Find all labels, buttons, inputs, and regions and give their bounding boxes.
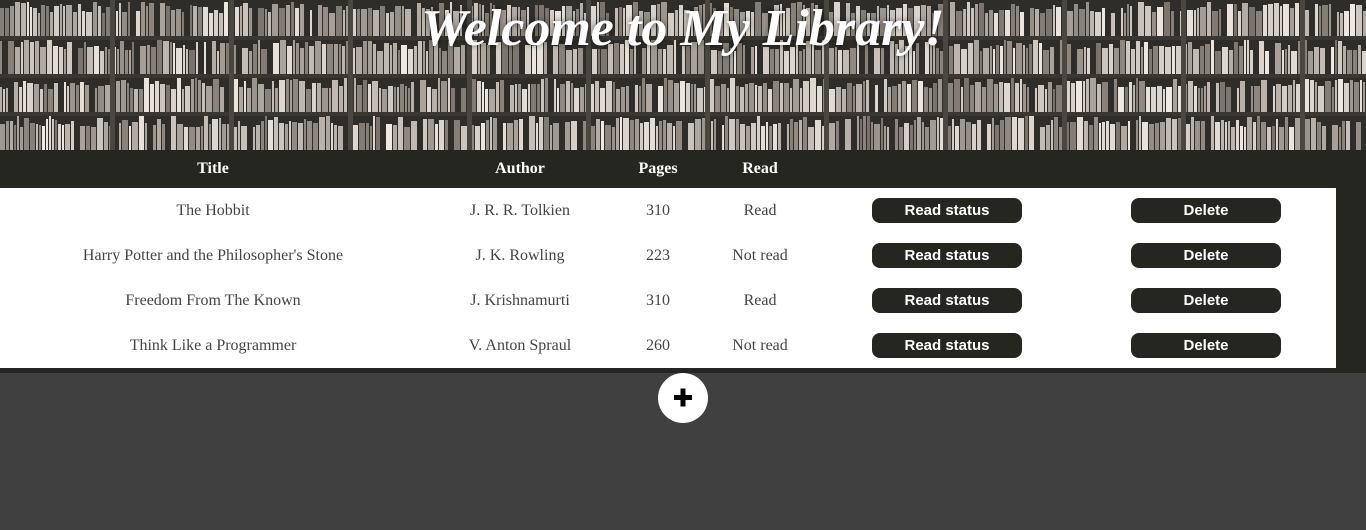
book-title: Harry Potter and the Philosopher's Stone — [82, 247, 344, 264]
column-header-read: Read — [742, 160, 778, 177]
column-header-author: Author — [495, 160, 545, 177]
delete-button[interactable]: Delete — [1131, 333, 1281, 358]
read-status-button[interactable]: Read status — [872, 288, 1022, 313]
book-title: Freedom From The Known — [125, 292, 301, 309]
read-status-button[interactable]: Read status — [872, 333, 1022, 358]
book-pages: 310 — [646, 292, 670, 309]
book-read-status: Not read — [732, 247, 788, 264]
library-table: Title Author Pages Read The Hobbit J. R.… — [0, 150, 1366, 373]
page-title: Welcome to My Library! — [421, 0, 945, 57]
column-header-title: Title — [197, 160, 229, 177]
delete-button[interactable]: Delete — [1131, 288, 1281, 313]
table-row: Harry Potter and the Philosopher's Stone… — [0, 233, 1336, 278]
add-book-button[interactable] — [658, 373, 708, 423]
plus-icon — [674, 388, 692, 407]
book-pages: 223 — [646, 247, 670, 264]
table-header: Title Author Pages Read — [0, 150, 1336, 188]
delete-button[interactable]: Delete — [1131, 243, 1281, 268]
read-status-button[interactable]: Read status — [872, 243, 1022, 268]
book-pages: 310 — [646, 202, 670, 219]
column-header-pages: Pages — [638, 160, 678, 177]
table-body: The Hobbit J. R. R. Tolkien 310 Read Rea… — [0, 188, 1336, 368]
header-banner: Welcome to My Library! — [0, 0, 1366, 150]
table-row: Think Like a Programmer V. Anton Spraul … — [0, 323, 1336, 368]
book-read-status: Not read — [732, 337, 788, 354]
book-title: The Hobbit — [176, 202, 250, 219]
book-read-status: Read — [743, 202, 777, 219]
book-author: J. Krishnamurti — [470, 292, 570, 309]
book-author: V. Anton Spraul — [468, 337, 572, 354]
book-author: J. R. R. Tolkien — [470, 202, 570, 219]
table-row: The Hobbit J. R. R. Tolkien 310 Read Rea… — [0, 188, 1336, 233]
book-title: Think Like a Programmer — [129, 337, 297, 354]
book-read-status: Read — [743, 292, 777, 309]
book-author: J. K. Rowling — [475, 247, 565, 264]
table-row: Freedom From The Known J. Krishnamurti 3… — [0, 278, 1336, 323]
read-status-button[interactable]: Read status — [872, 198, 1022, 223]
delete-button[interactable]: Delete — [1131, 198, 1281, 223]
book-pages: 260 — [646, 337, 670, 354]
